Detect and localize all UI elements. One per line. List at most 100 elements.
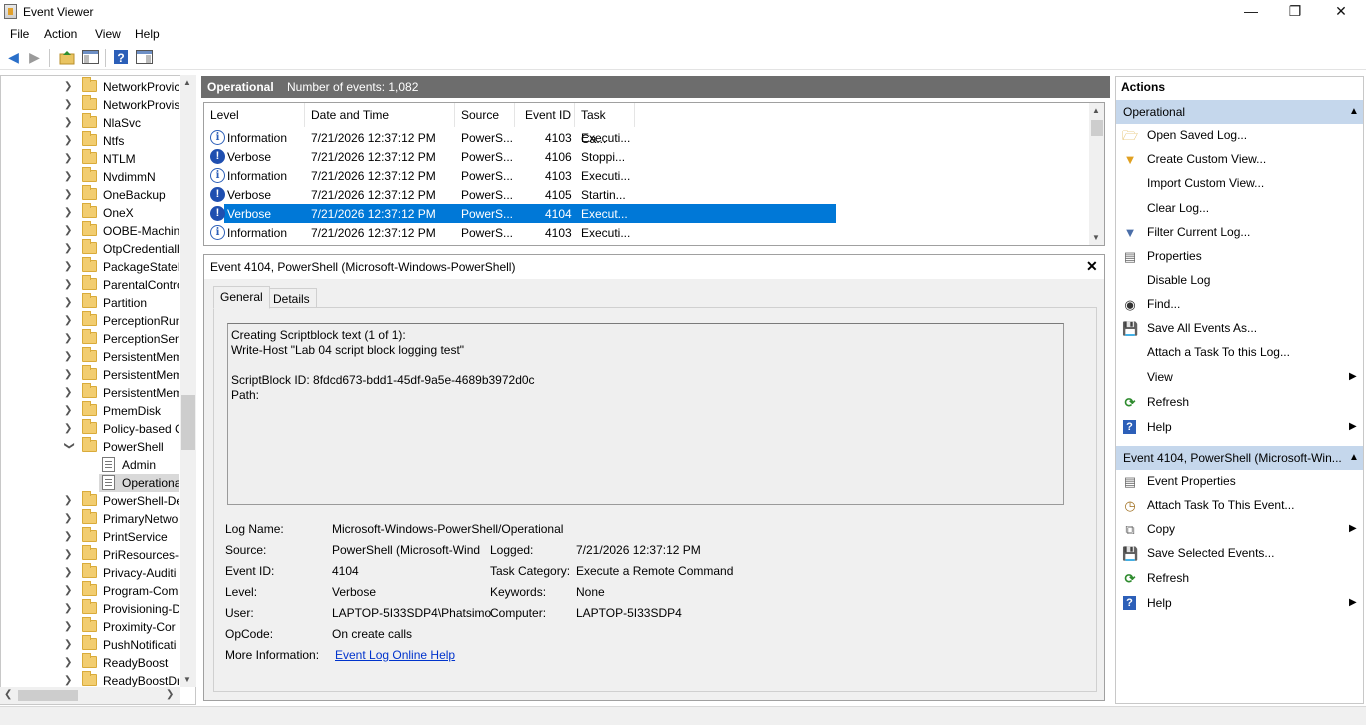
minimize-button[interactable]: — [1228,0,1274,24]
tree-item[interactable]: ❯ PushNotificati [1,635,183,654]
tree-item[interactable]: ❯ ParentalContro [1,275,183,294]
tree-item[interactable]: ❯ PackageStateR [1,257,183,276]
event-row[interactable]: i Information 7/21/2026 12:37:12 PM Powe… [205,166,835,185]
tree-item[interactable]: ❯ PrintService [1,527,183,546]
event-row[interactable]: ! Verbose 7/21/2026 12:37:12 PM PowerS..… [205,185,835,204]
collapse-icon[interactable]: ▲ [1349,446,1359,470]
actions-section-event[interactable]: Event 4104, PowerShell (Microsoft-Win...… [1116,446,1363,470]
chevron-right-icon[interactable]: ❯ [64,351,74,362]
event-log-online-help-link[interactable]: Event Log Online Help [335,648,455,662]
actions-section-operational[interactable]: Operational ▲ [1116,100,1363,124]
chevron-right-icon[interactable]: ❯ [64,369,74,380]
chevron-right-icon[interactable]: ❯ [64,495,74,506]
menu-file[interactable]: File [10,27,29,41]
event-row[interactable]: i Information 7/21/2026 12:37:12 PM Powe… [205,128,835,147]
tree-item[interactable]: ❯ PerceptionRun [1,311,183,330]
action-copy[interactable]: ⧉ Copy ▶ [1116,518,1363,541]
tree-item[interactable]: ❯ PrimaryNetwo [1,509,183,528]
menu-action[interactable]: Action [44,27,77,41]
tree-item[interactable]: ❯ Program-Com [1,581,183,600]
back-arrow-icon[interactable]: ◀ [5,49,22,66]
chevron-right-icon[interactable]: ❯ [64,333,74,344]
chevron-right-icon[interactable]: ❯ [64,585,74,596]
scroll-left-icon[interactable]: ❮ [4,689,12,700]
column-header-date-time[interactable]: Date and Time [305,103,455,127]
tree-item[interactable]: ❯ PmemDisk [1,401,183,420]
collapse-icon[interactable]: ▲ [1349,100,1359,124]
event-row[interactable]: ! Verbose 7/21/2026 12:37:12 PM PowerS..… [205,147,835,166]
column-header-level[interactable]: Level [204,103,305,127]
show-hide-tree-icon[interactable] [82,49,99,66]
tree-item-admin[interactable]: Admin [1,456,183,474]
chevron-right-icon[interactable]: ❯ [64,99,74,110]
chevron-right-icon[interactable]: ❯ [64,531,74,542]
close-icon[interactable]: ✕ [1086,258,1098,275]
tree-item[interactable]: ❯ Partition [1,293,183,312]
action-clear-log[interactable]: Clear Log... [1116,197,1363,220]
chevron-down-icon[interactable]: ❯ [64,442,75,452]
tree-item[interactable]: ❯ OneX [1,203,183,222]
help-icon[interactable]: ? [112,49,129,66]
chevron-right-icon[interactable]: ❯ [64,297,74,308]
action-attach-task-to-log[interactable]: Attach a Task To this Log... [1116,341,1363,364]
chevron-right-icon[interactable]: ❯ [64,207,74,218]
menu-view[interactable]: View [95,27,121,41]
scroll-down-icon[interactable]: ▼ [1092,233,1100,242]
tree-item[interactable]: ❯ PowerShell-De [1,491,183,510]
chevron-right-icon[interactable]: ❯ [64,621,74,632]
action-properties[interactable]: ▤ Properties [1116,245,1363,268]
tree-item[interactable]: ❯ NetworkProvic [1,77,183,96]
action-refresh-event[interactable]: ⟳ Refresh [1116,567,1363,590]
tree-item[interactable]: ❯ PersistentMem [1,365,183,384]
chevron-right-icon[interactable]: ❯ [64,549,74,560]
action-attach-task-to-event[interactable]: ◷ Attach Task To This Event... [1116,494,1363,517]
tree-item-operational[interactable]: Operational [99,474,179,492]
chevron-right-icon[interactable]: ❯ [64,675,74,686]
tree-vertical-scrollbar[interactable] [180,75,196,687]
tree-item[interactable]: ❯ Privacy-Auditi [1,563,183,582]
chevron-right-icon[interactable]: ❯ [64,189,74,200]
action-help[interactable]: ? Help ▶ [1116,416,1363,439]
chevron-right-icon[interactable]: ❯ [64,657,74,668]
tree-item[interactable]: ❯ NlaSvc [1,113,183,132]
chevron-right-icon[interactable]: ❯ [64,171,74,182]
tab-general[interactable]: General [213,286,270,309]
column-header-source[interactable]: Source [455,103,515,127]
scroll-right-icon[interactable]: ❯ [166,689,174,700]
chevron-right-icon[interactable]: ❯ [64,279,74,290]
chevron-right-icon[interactable]: ❯ [64,225,74,236]
column-header-event-id[interactable]: Event ID [515,103,575,127]
maximize-button[interactable]: ❐ [1272,0,1318,24]
chevron-right-icon[interactable]: ❯ [64,405,74,416]
tree-item[interactable]: ❯ NetworkProvis [1,95,183,114]
tab-details[interactable]: Details [266,288,317,308]
tree-vertical-scroll-thumb[interactable] [181,395,195,450]
action-filter-current-log[interactable]: ▼ Filter Current Log... [1116,221,1363,244]
chevron-right-icon[interactable]: ❯ [64,81,74,92]
tree-item[interactable]: ❯ OtpCredentiall [1,239,183,258]
menu-help[interactable]: Help [135,27,160,41]
chevron-right-icon[interactable]: ❯ [64,117,74,128]
tree-item[interactable]: ❯ Proximity-Cor [1,617,183,636]
tree-item-powershell[interactable]: ❯ PowerShell [1,437,183,456]
action-view[interactable]: View ▶ [1116,366,1363,389]
chevron-right-icon[interactable]: ❯ [64,639,74,650]
action-refresh[interactable]: ⟳ Refresh [1116,391,1363,414]
tree-item[interactable]: ❯ PriResources-D [1,545,183,564]
tree-item[interactable]: ❯ PersistentMem [1,347,183,366]
tree-item[interactable]: ❯ Provisioning-D [1,599,183,618]
scroll-up-icon[interactable]: ▲ [183,78,191,87]
event-row-selected[interactable]: ! Verbose 7/21/2026 12:37:12 PM PowerS..… [205,204,836,223]
chevron-right-icon[interactable]: ❯ [64,603,74,614]
event-list-scroll-thumb[interactable] [1091,120,1103,136]
tree-item[interactable]: ❯ ReadyBoost [1,653,183,672]
action-create-custom-view[interactable]: ▼ Create Custom View... [1116,148,1363,171]
chevron-right-icon[interactable]: ❯ [64,315,74,326]
tree-item[interactable]: ❯ OOBE-Machin [1,221,183,240]
action-import-custom-view[interactable]: Import Custom View... [1116,172,1363,195]
scroll-down-icon[interactable]: ▼ [183,675,191,684]
chevron-right-icon[interactable]: ❯ [64,513,74,524]
tree-item[interactable]: ❯ PerceptionSen [1,329,183,348]
chevron-right-icon[interactable]: ❯ [64,567,74,578]
tree-item[interactable]: ❯ PersistentMem [1,383,183,402]
